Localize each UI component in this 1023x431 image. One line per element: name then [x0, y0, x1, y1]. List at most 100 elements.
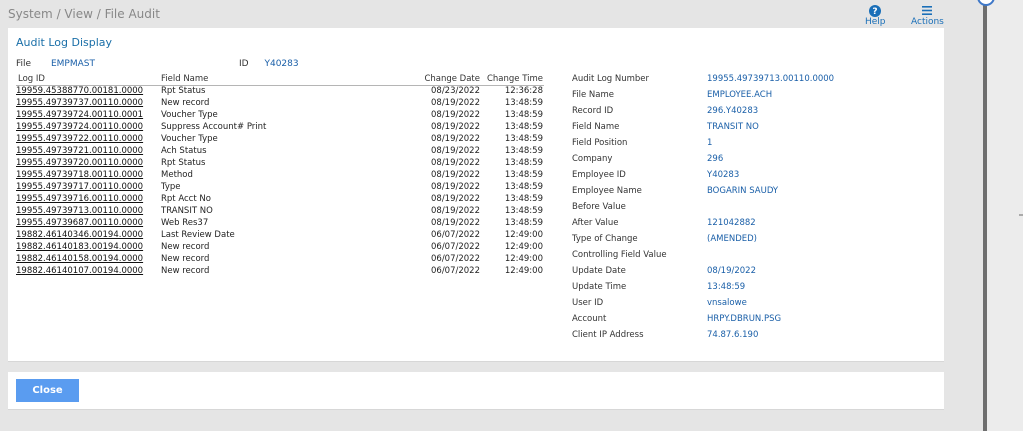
- help-button[interactable]: ? Help: [865, 4, 886, 27]
- help-circle-icon: ?: [869, 4, 882, 17]
- col-header-field-name[interactable]: Field Name: [161, 74, 208, 84]
- change-date-cell: 08/23/2022: [431, 86, 480, 96]
- log-id-link[interactable]: 19882.46140346.00194.0000: [16, 230, 143, 240]
- detail-value: 74.87.6.190: [707, 330, 759, 340]
- log-id-link[interactable]: 19955.49739721.00110.0000: [16, 146, 143, 156]
- detail-value: 1: [707, 138, 713, 148]
- detail-label: Type of Change: [572, 234, 638, 244]
- log-id-link[interactable]: 19955.49739724.00110.0000: [16, 122, 143, 132]
- log-id-link[interactable]: 19882.46140107.00194.0000: [16, 266, 143, 276]
- detail-value: EMPLOYEE.ACH: [707, 90, 773, 100]
- field-name-cell: Rpt Acct No: [161, 194, 211, 204]
- log-id-link[interactable]: 19955.49739737.00110.0000: [16, 98, 143, 108]
- resize-handle[interactable]: [1019, 214, 1023, 216]
- change-time-cell: 13:48:59: [504, 206, 543, 216]
- log-id-link[interactable]: 19955.49739718.00110.0000: [16, 170, 143, 180]
- change-time-cell: 13:48:59: [504, 182, 543, 192]
- field-name-cell: New record: [161, 254, 210, 264]
- help-label: Help: [865, 17, 886, 27]
- page-title: Audit Log Display: [16, 36, 113, 49]
- col-header-change-date[interactable]: Change Date: [406, 74, 480, 84]
- log-id-link[interactable]: 19955.49739720.00110.0000: [16, 158, 143, 168]
- log-id-link[interactable]: 19955.49739713.00110.0000: [16, 206, 143, 216]
- title-bar: System / View / File Audit ? Help Action…: [0, 0, 983, 28]
- log-id-link[interactable]: 19882.46140183.00194.0000: [16, 242, 143, 252]
- change-date-cell: 08/19/2022: [431, 218, 480, 228]
- detail-label: Employee ID: [572, 170, 626, 180]
- detail-label: Company: [572, 154, 613, 164]
- log-id-link[interactable]: 19955.49739724.00110.0001: [16, 110, 143, 120]
- change-date-cell: 08/19/2022: [431, 206, 480, 216]
- detail-label: After Value: [572, 218, 619, 228]
- id-label: ID: [239, 59, 249, 69]
- footer-bar: Close: [8, 372, 944, 410]
- col-header-log-id[interactable]: Log ID: [18, 74, 45, 84]
- id-value: Y40283: [264, 59, 299, 69]
- detail-label: Account: [572, 314, 607, 324]
- field-name-cell: Suppress Account# Print: [161, 122, 267, 132]
- detail-label: Field Position: [572, 138, 628, 148]
- detail-label: Update Date: [572, 266, 626, 276]
- detail-value: 121042882: [707, 218, 756, 228]
- change-date-cell: 08/19/2022: [431, 146, 480, 156]
- change-date-cell: 08/19/2022: [431, 170, 480, 180]
- detail-label: Employee Name: [572, 186, 642, 196]
- close-button[interactable]: Close: [16, 379, 79, 402]
- log-id-link[interactable]: 19955.49739722.00110.0000: [16, 134, 143, 144]
- detail-value: 296.Y40283: [707, 106, 759, 116]
- log-id-link[interactable]: 19882.46140158.00194.0000: [16, 254, 143, 264]
- menu-icon: [921, 4, 933, 17]
- detail-label: Field Name: [572, 122, 620, 132]
- change-time-cell: 13:48:59: [504, 98, 543, 108]
- detail-label: Audit Log Number: [572, 74, 650, 84]
- detail-label: Record ID: [572, 106, 614, 116]
- change-time-cell: 13:48:59: [504, 158, 543, 168]
- svg-text:?: ?: [873, 7, 878, 17]
- change-time-cell: 12:49:00: [504, 230, 543, 240]
- change-date-cell: 08/19/2022: [431, 134, 480, 144]
- actions-button[interactable]: Actions: [911, 4, 944, 27]
- detail-value: vnsalowe: [707, 298, 747, 308]
- change-date-cell: 08/19/2022: [431, 182, 480, 192]
- detail-value: TRANSIT NO: [707, 122, 759, 132]
- detail-label: Client IP Address: [572, 330, 644, 340]
- field-name-cell: New record: [161, 266, 210, 276]
- id-info: ID Y40283: [239, 59, 299, 69]
- change-date-cell: 08/19/2022: [431, 110, 480, 120]
- file-label: File: [16, 59, 32, 69]
- log-id-link[interactable]: 19955.49739717.00110.0000: [16, 182, 143, 192]
- detail-label: Before Value: [572, 202, 626, 212]
- detail-value: 19955.49739713.00110.0000: [707, 74, 835, 84]
- detail-label: File Name: [572, 90, 615, 100]
- change-time-cell: 12:49:00: [504, 254, 543, 264]
- detail-value: 13:48:59: [707, 282, 746, 292]
- breadcrumb: System / View / File Audit: [8, 7, 160, 21]
- field-name-cell: Voucher Type: [161, 110, 218, 120]
- field-name-cell: Last Review Date: [161, 230, 235, 240]
- file-info: File EMPMAST: [16, 59, 95, 69]
- log-id-link[interactable]: 19955.49739716.00110.0000: [16, 194, 143, 204]
- change-date-cell: 08/19/2022: [431, 98, 480, 108]
- change-time-cell: 12:49:00: [504, 266, 543, 276]
- audit-log-panel: Audit Log Display File EMPMAST ID Y40283…: [8, 28, 944, 362]
- window-edge: [983, 0, 987, 431]
- field-name-cell: New record: [161, 98, 210, 108]
- detail-label: User ID: [572, 298, 604, 308]
- field-name-cell: Rpt Status: [161, 158, 206, 168]
- detail-value: HRPY.DBRUN.PSG: [707, 314, 782, 324]
- col-header-change-time[interactable]: Change Time: [486, 74, 543, 84]
- change-date-cell: 08/19/2022: [431, 122, 480, 132]
- log-id-link[interactable]: 19959.45388770.00181.0000: [16, 86, 143, 96]
- field-name-cell: Method: [161, 170, 193, 180]
- change-time-cell: 13:48:59: [504, 134, 543, 144]
- change-time-cell: 12:36:28: [504, 86, 543, 96]
- field-name-cell: Voucher Type: [161, 134, 218, 144]
- change-time-cell: 13:48:59: [504, 218, 543, 228]
- right-gutter: [977, 0, 1023, 431]
- field-name-cell: New record: [161, 242, 210, 252]
- field-name-cell: TRANSIT NO: [161, 206, 213, 216]
- change-date-cell: 06/07/2022: [431, 266, 480, 276]
- log-id-link[interactable]: 19955.49739687.00110.0000: [16, 218, 143, 228]
- file-value: EMPMAST: [50, 59, 95, 69]
- change-date-cell: 08/19/2022: [431, 158, 480, 168]
